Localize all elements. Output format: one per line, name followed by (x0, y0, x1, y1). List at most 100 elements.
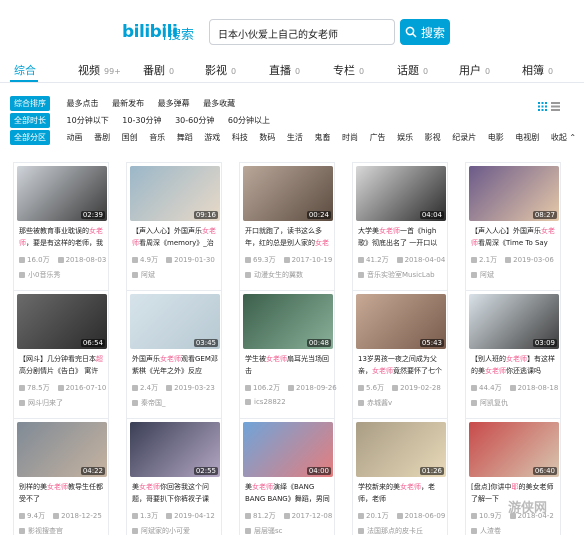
video-card[interactable]: 08:27 【声入人心】外国声乐女老师看周深《Time To Say 2.1万 201… (465, 162, 561, 294)
video-thumbnail[interactable]: 00:48 (243, 294, 333, 349)
video-thumbnail[interactable]: 06:54 (17, 294, 107, 349)
zone-option[interactable]: 数码 (259, 132, 275, 143)
zone-option[interactable]: 科技 (232, 132, 248, 143)
tab-topic[interactable]: 话题 0 (397, 62, 428, 78)
filter-all-durations[interactable]: 全部时长 (10, 113, 50, 128)
filter-most-clicked[interactable]: 最多点击 (67, 98, 99, 109)
zone-option[interactable]: 动画 (67, 132, 83, 143)
filter-over-60min[interactable]: 60分钟以上 (228, 115, 270, 126)
video-thumbnail[interactable]: 04:04 (356, 166, 446, 221)
uploader[interactable]: 影视搜查官 (19, 526, 63, 535)
video-card[interactable]: 05:43 13岁男孩一夜之间成为父亲，女老师竟然要怀了七个肚子哦 5.6万 2019… (352, 290, 448, 422)
video-title[interactable]: 美女老师你回答我这个问题，哥要扒下你裤衩子课 (132, 481, 218, 505)
video-title[interactable]: 外国声乐女老师观看GEM邓紫棋《光年之外》反应 (132, 353, 218, 377)
tab-bangumi[interactable]: 番剧 0 (143, 62, 174, 78)
uploader[interactable]: 秦帝国_ (132, 398, 166, 408)
video-title[interactable]: 13岁男孩一夜之间成为父亲，女老师竟然要怀了七个肚子哦 (358, 353, 444, 377)
search-input[interactable]: 日本小伙爱上自己的女老师 (209, 19, 395, 45)
video-thumbnail[interactable]: 06:40 (469, 422, 559, 477)
search-button[interactable]: 搜索 (400, 19, 450, 45)
filter-30-60min[interactable]: 30-60分钟 (175, 115, 214, 126)
uploader[interactable]: 法国那点的皮卡丘 (358, 526, 423, 535)
tab-all[interactable]: 综合 (14, 62, 36, 78)
uploader[interactable]: 阿凯复仇 (471, 398, 508, 408)
video-thumbnail[interactable]: 03:09 (469, 294, 559, 349)
zone-option[interactable]: 音乐 (149, 132, 165, 143)
tab-video[interactable]: 视频 99+ (78, 62, 121, 78)
video-card[interactable]: 02:39 那些被教育事业耽误的女老师，要是有这样的老师，我 16.0万 2018-0… (13, 162, 109, 294)
video-title[interactable]: 【网斗】几分钟看完日本超高分剧情片《告白》 寓许女 (19, 353, 105, 377)
filter-newest[interactable]: 最新发布 (112, 98, 144, 109)
video-card[interactable]: 04:00 美女老师演绎《BANG BANG BANG》舞蹈，男同学乱入 81.2万… (239, 418, 335, 535)
video-card[interactable]: 00:24 开口就跑了，读书这么多年，红的总是别人家的女老 69.3万 2017-10… (239, 162, 335, 294)
video-card[interactable]: 06:40 [盘点]你讲中耶的美女老师了解一下 10.9万 2018-04-2 人渣卷 (465, 418, 561, 535)
zone-option[interactable]: 时尚 (342, 132, 358, 143)
video-title[interactable]: 大学美女老师一首《high歌》彻底出名了 一开口以为 (358, 225, 444, 249)
video-thumbnail[interactable]: 02:55 (130, 422, 220, 477)
video-card[interactable]: 09:16 【声入人心】外国声乐女老师看周深《memory》_治愈 4.9万 2019… (126, 162, 222, 294)
video-title[interactable]: 别样的美女老师教导生任都受不了 (19, 481, 105, 505)
uploader[interactable]: 阿斌 (132, 270, 155, 280)
uploader[interactable]: 阿斌 (471, 270, 494, 280)
tab-user[interactable]: 用户 0 (459, 62, 490, 78)
video-thumbnail[interactable]: 05:43 (356, 294, 446, 349)
video-card[interactable]: 01:26 学校新来的美女老师，老师，老师 20.1万 2018-06-09 法国那点的… (352, 418, 448, 535)
zone-option[interactable]: 生活 (287, 132, 303, 143)
video-title[interactable]: 【声入人心】外国声乐女老师看周深《Time To Say (471, 225, 557, 249)
video-thumbnail[interactable]: 08:27 (469, 166, 559, 221)
tab-article[interactable]: 专栏 0 (333, 62, 364, 78)
video-card[interactable]: 06:54 【网斗】几分钟看完日本超高分剧情片《告白》 寓许女 78.5万 2016-… (13, 290, 109, 422)
zone-option[interactable]: 国创 (122, 132, 138, 143)
collapse-filters-button[interactable]: 收起 ⌃ (551, 132, 576, 143)
zone-option[interactable]: 广告 (370, 132, 386, 143)
tab-live[interactable]: 直播 0 (269, 62, 300, 78)
video-title[interactable]: 美女老师演绎《BANG BANG BANG》舞蹈，男同学乱入 (245, 481, 331, 505)
uploader[interactable]: 人渣卷 (471, 526, 501, 535)
uploader[interactable]: 层层骚sc (245, 526, 283, 535)
video-title[interactable]: 【别人班的女老师】有这样的美女老师你还逃课吗 (471, 353, 557, 377)
filter-most-danmaku[interactable]: 最多弹幕 (158, 98, 190, 109)
zone-option[interactable]: 电视剧 (515, 132, 539, 143)
video-title[interactable]: 学校新来的美女老师，老师，老师 (358, 481, 444, 505)
list-view-icon[interactable] (551, 96, 560, 111)
video-card[interactable]: 00:48 学生被女老师扇耳光当场回击 106.2万 2018-09-26 ics288… (239, 290, 337, 422)
filter-all-zones[interactable]: 全部分区 (10, 130, 50, 145)
zone-option[interactable]: 游戏 (204, 132, 220, 143)
video-thumbnail[interactable]: 04:22 (17, 422, 107, 477)
uploader[interactable]: 动漫女生的翼数 (245, 270, 303, 280)
filter-most-favorites[interactable]: 最多收藏 (203, 98, 235, 109)
zone-option[interactable]: 纪录片 (452, 132, 476, 143)
video-title[interactable]: 那些被教育事业耽误的女老师，要是有这样的老师，我 (19, 225, 105, 249)
filter-under-10min[interactable]: 10分钟以下 (67, 115, 109, 126)
video-title[interactable]: 学生被女老师扇耳光当场回击 (245, 353, 331, 377)
video-title[interactable]: 【声入人心】外国声乐女老师看周深《memory》_治愈 (132, 225, 218, 249)
zone-option[interactable]: 鬼畜 (314, 132, 330, 143)
video-thumbnail[interactable]: 03:45 (130, 294, 220, 349)
filter-10-30min[interactable]: 10-30分钟 (122, 115, 161, 126)
uploader[interactable]: 阿斌家的小可爱 (132, 526, 190, 535)
video-card[interactable]: 03:45 外国声乐女老师观看GEM邓紫棋《光年之外》反应 2.4万 2019-03-… (126, 290, 222, 422)
uploader[interactable]: 赤城酱v (358, 398, 392, 408)
video-card[interactable]: 04:22 别样的美女老师教导生任都受不了 9.4万 2018-12-25 影视搜查官 (13, 418, 109, 535)
video-thumbnail[interactable]: 00:24 (243, 166, 333, 221)
zone-option[interactable]: 影视 (425, 132, 441, 143)
video-thumbnail[interactable]: 09:16 (130, 166, 220, 221)
zone-option[interactable]: 娱乐 (397, 132, 413, 143)
video-card[interactable]: 04:04 大学美女老师一首《high歌》彻底出名了 一开口以为 41.2万 2018… (352, 162, 448, 294)
video-thumbnail[interactable]: 01:26 (356, 422, 446, 477)
video-title[interactable]: 开口就跑了，读书这么多年，红的总是别人家的女老 (245, 225, 331, 249)
uploader[interactable]: ics28822 (245, 398, 286, 406)
zone-option[interactable]: 番剧 (94, 132, 110, 143)
zone-option[interactable]: 电影 (488, 132, 504, 143)
video-card[interactable]: 02:55 美女老师你回答我这个问题，哥要扒下你裤衩子课 1.3万 2019-04-1… (126, 418, 222, 535)
uploader[interactable]: 网斗归来了 (19, 398, 63, 408)
tab-movie[interactable]: 影视 0 (205, 62, 236, 78)
video-thumbnail[interactable]: 04:00 (243, 422, 333, 477)
zone-option[interactable]: 舞蹈 (177, 132, 193, 143)
video-thumbnail[interactable]: 02:39 (17, 166, 107, 221)
video-card[interactable]: 03:09 【别人班的女老师】有这样的美女老师你还逃课吗 44.4万 2018-08-… (465, 290, 561, 422)
grid-view-icon[interactable] (538, 96, 547, 111)
filter-sort-default[interactable]: 综合排序 (10, 96, 50, 111)
uploader[interactable]: 小0音乐秀 (19, 270, 60, 280)
tab-album[interactable]: 相簿 0 (522, 62, 553, 78)
